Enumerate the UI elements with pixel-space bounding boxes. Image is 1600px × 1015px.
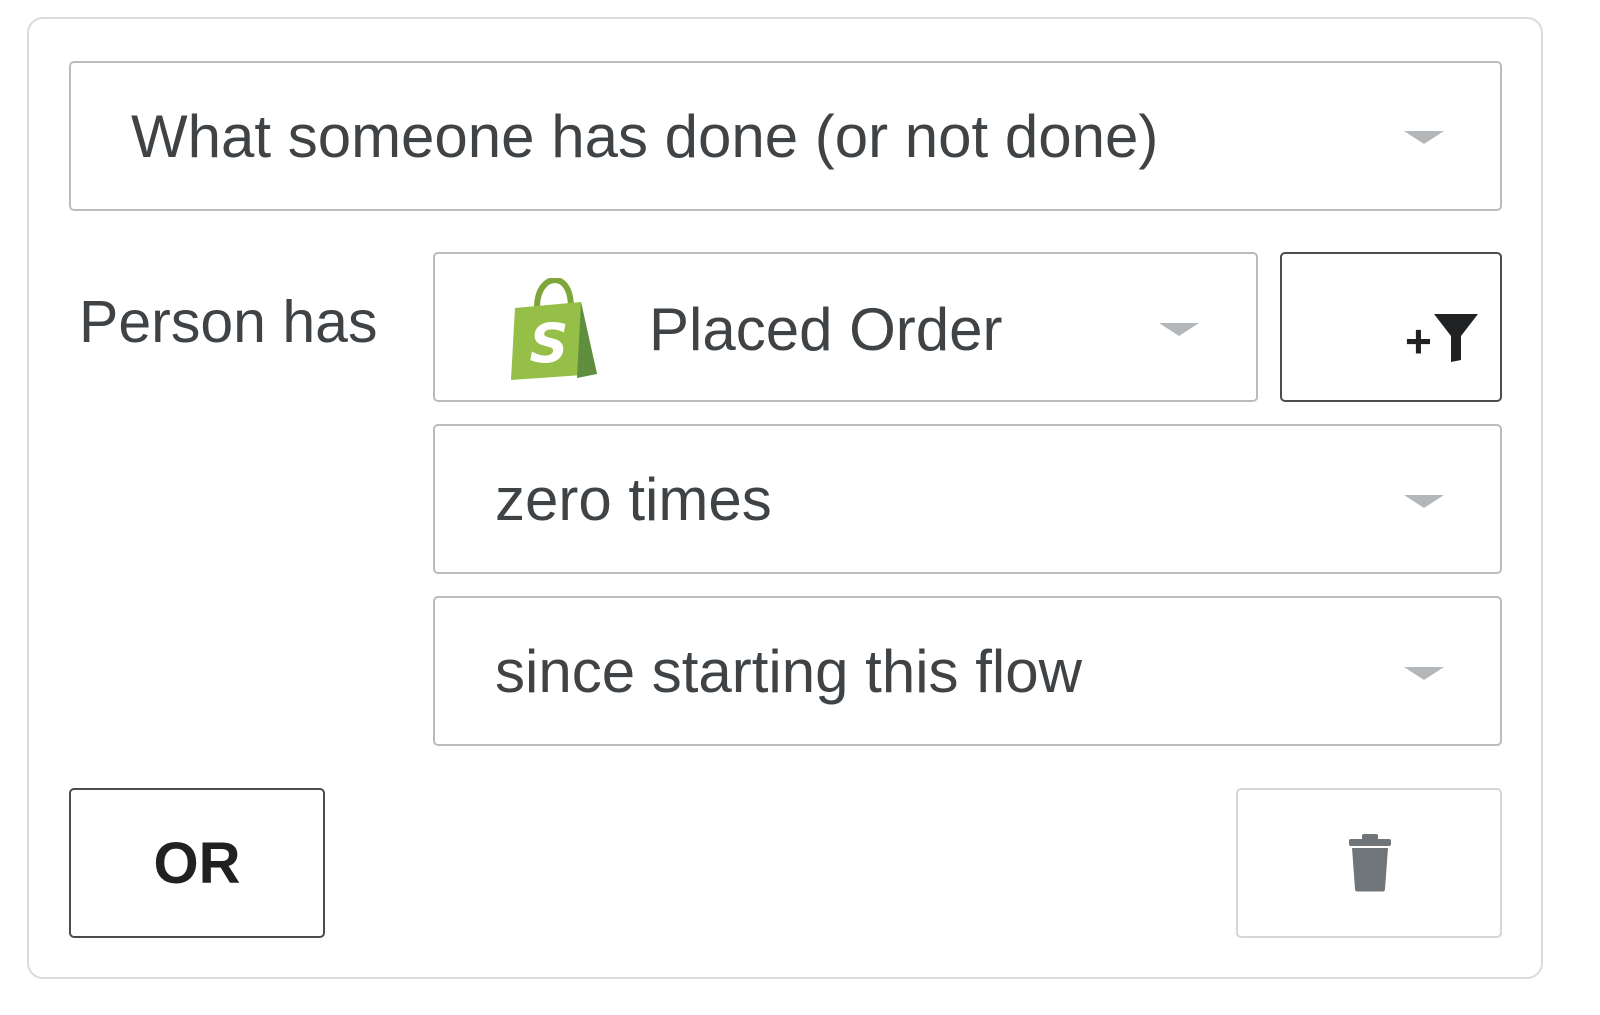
shopify-bag-icon: S xyxy=(507,276,603,382)
condition-type-value: What someone has done (or not done) xyxy=(131,103,1159,170)
chevron-down-icon xyxy=(1404,495,1444,508)
add-filter-button[interactable]: + xyxy=(1280,252,1502,402)
chevron-down-icon xyxy=(1159,323,1199,336)
trash-icon xyxy=(1349,834,1391,892)
chevron-down-icon xyxy=(1404,667,1444,680)
delete-condition-button[interactable] xyxy=(1236,788,1502,938)
svg-text:S: S xyxy=(530,312,569,375)
frequency-select[interactable]: zero times xyxy=(433,424,1502,574)
metric-value: Placed Order xyxy=(649,296,1003,363)
frequency-value: zero times xyxy=(495,466,772,533)
chevron-down-icon xyxy=(1404,131,1444,144)
metric-select[interactable]: S Placed Order xyxy=(433,252,1258,402)
add-filter-icon xyxy=(1434,314,1478,362)
plus-icon: + xyxy=(1405,315,1432,367)
or-button[interactable]: OR xyxy=(69,788,325,938)
timeframe-select[interactable]: since starting this flow xyxy=(433,596,1502,746)
timeframe-value: since starting this flow xyxy=(495,638,1082,705)
person-has-label: Person has xyxy=(79,289,378,355)
condition-card: What someone has done (or not done) Pers… xyxy=(27,17,1543,979)
condition-type-select[interactable]: What someone has done (or not done) xyxy=(69,61,1502,211)
